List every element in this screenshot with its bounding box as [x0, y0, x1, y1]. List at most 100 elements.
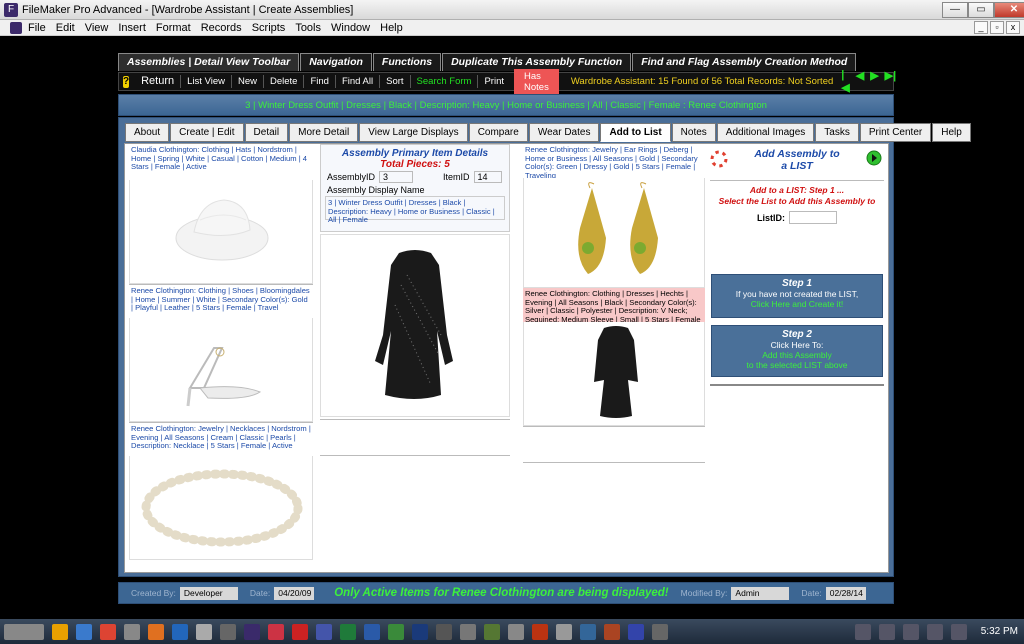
- sort-button[interactable]: Sort: [380, 75, 411, 88]
- tab-help[interactable]: Help: [932, 123, 971, 142]
- menu-scripts[interactable]: Scripts: [252, 22, 286, 34]
- list-view-button[interactable]: List View: [181, 75, 232, 88]
- app-dark-icon[interactable]: [652, 623, 668, 640]
- step2-link-line2[interactable]: to the selected LIST above: [712, 360, 882, 370]
- skype-icon[interactable]: [580, 623, 596, 640]
- menu-format[interactable]: Format: [156, 22, 191, 34]
- items-column-right: Renee Clothington: Jewelry | Ear Rings |…: [523, 144, 705, 572]
- help-icon[interactable]: ?: [123, 75, 130, 88]
- menu-file[interactable]: File: [28, 22, 46, 34]
- clock[interactable]: 5:32 PM: [981, 626, 1018, 637]
- tab-print-center[interactable]: Print Center: [859, 123, 932, 142]
- tab-additional-images[interactable]: Additional Images: [716, 123, 815, 142]
- first-record-icon[interactable]: |◀: [841, 69, 849, 94]
- last-record-icon[interactable]: ▶|: [885, 69, 897, 94]
- tray-icon-3[interactable]: [902, 623, 919, 640]
- has-notes-badge[interactable]: Has Notes: [514, 68, 559, 95]
- step2-link-line1[interactable]: Add this Assembly: [712, 350, 882, 360]
- step1-button[interactable]: Step 1 If you have not created the LIST,…: [711, 274, 883, 318]
- app-orange-icon[interactable]: [532, 623, 548, 640]
- tab-functions[interactable]: Functions: [372, 53, 442, 71]
- visio-icon[interactable]: [628, 623, 644, 640]
- tab-about[interactable]: About: [125, 123, 170, 142]
- word-icon[interactable]: [364, 623, 380, 640]
- new-button[interactable]: New: [232, 75, 264, 88]
- return-button[interactable]: Return: [135, 75, 182, 88]
- media-icon[interactable]: [436, 623, 452, 640]
- utility-icon[interactable]: [196, 623, 212, 640]
- restore-button[interactable]: ▭: [968, 2, 994, 18]
- tab-wear-dates[interactable]: Wear Dates: [528, 123, 600, 142]
- tab-create-edit[interactable]: Create | Edit: [170, 123, 244, 142]
- tab-tasks[interactable]: Tasks: [815, 123, 859, 142]
- quick-launch-handle[interactable]: [4, 623, 44, 640]
- tab-content: Claudia Clothington: Clothing | Hats | N…: [124, 143, 889, 573]
- menu-edit[interactable]: Edit: [56, 22, 75, 34]
- find-button[interactable]: Find: [304, 75, 336, 88]
- doc-close-button[interactable]: x: [1006, 21, 1020, 34]
- app-brown-icon[interactable]: [604, 623, 620, 640]
- shoe-image[interactable]: [129, 318, 313, 422]
- excel-icon[interactable]: [340, 623, 356, 640]
- office-icon[interactable]: [52, 623, 68, 640]
- printer-icon[interactable]: [556, 623, 572, 640]
- earrings-image[interactable]: [523, 178, 705, 288]
- misc-icon[interactable]: [460, 623, 476, 640]
- doc-restore-button[interactable]: ▫: [990, 21, 1004, 34]
- item-id-field[interactable]: 14: [473, 171, 502, 183]
- step1-link[interactable]: Click Here and Create it!: [712, 299, 882, 309]
- tray-icon-1[interactable]: [854, 623, 871, 640]
- app-icon[interactable]: [124, 623, 140, 640]
- print-button[interactable]: Print: [478, 75, 510, 88]
- tab-more-detail[interactable]: More Detail: [289, 123, 359, 142]
- app-green-icon[interactable]: [484, 623, 500, 640]
- tab-notes[interactable]: Notes: [671, 123, 716, 142]
- tool-icon[interactable]: [220, 623, 236, 640]
- go-arrow-icon[interactable]: [866, 150, 882, 166]
- next-record-icon[interactable]: ▶: [870, 69, 878, 94]
- menu-records[interactable]: Records: [201, 22, 242, 34]
- tab-view-large-displays[interactable]: View Large Displays: [359, 123, 468, 142]
- chrome-icon[interactable]: [100, 623, 116, 640]
- menu-help[interactable]: Help: [380, 22, 403, 34]
- menu-view[interactable]: View: [85, 22, 109, 34]
- app-gray-icon[interactable]: [508, 623, 524, 640]
- folder-icon[interactable]: [172, 623, 188, 640]
- primary-dress-image[interactable]: [320, 234, 510, 417]
- tab-detail[interactable]: Detail: [244, 123, 289, 142]
- previous-record-icon[interactable]: ◀: [856, 69, 864, 94]
- tab-navigation[interactable]: Navigation: [300, 53, 372, 71]
- tray-icon-2[interactable]: [878, 623, 895, 640]
- menu-insert[interactable]: Insert: [118, 22, 146, 34]
- ie-icon[interactable]: [76, 623, 92, 640]
- dreamweaver-icon[interactable]: [388, 623, 404, 640]
- app-red-icon[interactable]: [268, 623, 284, 640]
- doc-minimize-button[interactable]: _: [974, 21, 988, 34]
- tab-detail-view-toolbar[interactable]: Assemblies | Detail View Toolbar: [118, 53, 300, 71]
- network-icon[interactable]: [926, 623, 943, 640]
- tab-find-flag[interactable]: Find and Flag Assembly Creation Method: [632, 53, 857, 71]
- volume-icon[interactable]: [950, 623, 967, 640]
- tab-compare[interactable]: Compare: [468, 123, 528, 142]
- dress-thumbnail-image[interactable]: [523, 322, 705, 426]
- step2-button[interactable]: Step 2 Click Here To: Add this Assembly …: [711, 325, 883, 377]
- firefox-icon[interactable]: [148, 623, 164, 640]
- app-q-icon[interactable]: [292, 623, 308, 640]
- tab-add-to-list[interactable]: Add to List: [600, 123, 671, 142]
- listid-field[interactable]: [789, 211, 837, 224]
- hat-image[interactable]: [129, 180, 313, 284]
- menu-tools[interactable]: Tools: [295, 22, 321, 34]
- menu-window[interactable]: Window: [331, 22, 370, 34]
- photoshop-icon[interactable]: [412, 623, 428, 640]
- display-name-field[interactable]: 3 | Winter Dress Outfit | Dresses | Blac…: [325, 196, 505, 224]
- find-all-button[interactable]: Find All: [336, 75, 381, 88]
- necklace-image[interactable]: [129, 456, 313, 560]
- search-form-button[interactable]: Search Form: [411, 75, 479, 88]
- document-window-controls: _ ▫ x: [972, 21, 1020, 34]
- close-button[interactable]: ✕: [994, 2, 1024, 18]
- app-blue-icon[interactable]: [316, 623, 332, 640]
- assembly-id-field[interactable]: 3: [379, 171, 414, 183]
- delete-button[interactable]: Delete: [264, 75, 305, 88]
- minimize-button[interactable]: —: [942, 2, 968, 18]
- filemaker-taskbar-icon[interactable]: [244, 623, 260, 640]
